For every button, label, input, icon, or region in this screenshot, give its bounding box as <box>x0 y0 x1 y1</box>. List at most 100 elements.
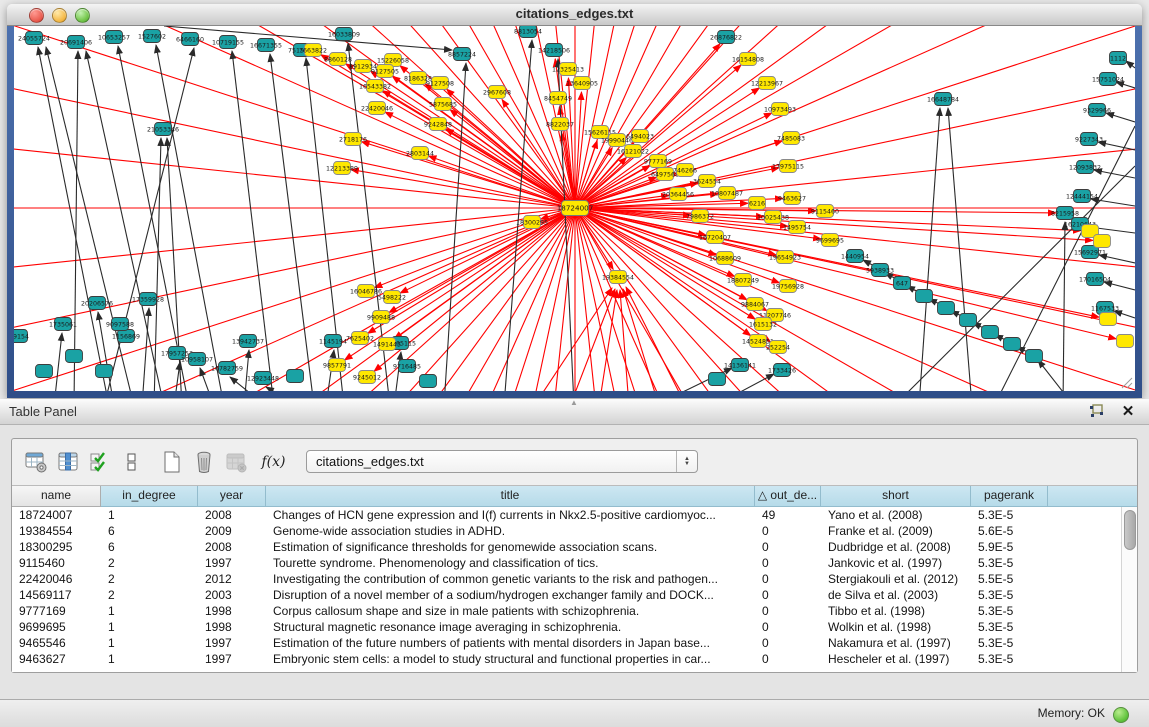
cell-out-de-[interactable]: 0 <box>755 523 821 539</box>
table-row[interactable]: 1830029562008Estimation of significance … <box>12 539 1122 555</box>
table-selector-dropdown[interactable]: citations_edges.txt ▲▼ <box>306 450 698 473</box>
cell-out-de-[interactable]: 49 <box>755 507 821 523</box>
graph-node[interactable] <box>1094 235 1111 248</box>
cell-year[interactable]: 2009 <box>198 523 266 539</box>
column-header-title[interactable]: title <box>266 486 755 507</box>
function-builder-button[interactable]: f(x) <box>260 448 287 475</box>
cell-in-degree[interactable]: 1 <box>101 619 198 635</box>
cell-out-de-[interactable]: 0 <box>755 635 821 651</box>
cell-name[interactable]: 9699695 <box>12 619 101 635</box>
cell-year[interactable]: 2008 <box>198 507 266 523</box>
cell-name[interactable]: 19384554 <box>12 523 101 539</box>
cell-title[interactable]: Embryonic stem cells: a model to study s… <box>266 651 755 667</box>
table-panel-titlebar[interactable]: Table Panel ▲ ✕ <box>0 399 1149 425</box>
row-check-button[interactable] <box>86 448 113 475</box>
close-panel-icon[interactable]: ✕ <box>1119 402 1137 420</box>
rows-button[interactable] <box>118 448 145 475</box>
cell-pagerank[interactable]: 5.3E-5 <box>971 587 1048 603</box>
cell-short[interactable]: Hescheler et al. (1997) <box>821 651 971 667</box>
graph-node[interactable] <box>1117 335 1134 348</box>
cell-pagerank[interactable]: 5.3E-5 <box>971 651 1048 667</box>
select-columns-button[interactable] <box>54 448 81 475</box>
cell-name[interactable]: 14569117 <box>12 587 101 603</box>
cell-title[interactable]: Changes of HCN gene expression and I(f) … <box>266 507 755 523</box>
cell-name[interactable]: 18300295 <box>12 539 101 555</box>
cell-name[interactable]: 9465546 <box>12 635 101 651</box>
cell-title[interactable]: Disruption of a novel member of a sodium… <box>266 587 755 603</box>
graph-node[interactable] <box>709 373 726 386</box>
cell-pagerank[interactable]: 5.6E-5 <box>971 523 1048 539</box>
cell-in-degree[interactable]: 1 <box>101 651 198 667</box>
column-header-short[interactable]: short <box>821 486 971 507</box>
cell-pagerank[interactable]: 5.3E-5 <box>971 635 1048 651</box>
cell-title[interactable]: Genome-wide association studies in ADHD. <box>266 523 755 539</box>
graph-node[interactable] <box>1026 350 1043 363</box>
graph-node[interactable] <box>287 370 304 383</box>
cell-title[interactable]: Estimation of the future numbers of pati… <box>266 635 755 651</box>
cell-year[interactable]: 2008 <box>198 539 266 555</box>
cell-out-de-[interactable]: 0 <box>755 555 821 571</box>
graph-node[interactable] <box>96 365 113 378</box>
column-header-pagerank[interactable]: pagerank <box>971 486 1048 507</box>
column-header-out-de-[interactable]: △ out_de... <box>755 486 821 507</box>
network-canvas[interactable]: 2405572420691406106532571527602646616010… <box>14 26 1135 391</box>
cell-pagerank[interactable]: 5.3E-5 <box>971 619 1048 635</box>
cell-name[interactable]: 9115460 <box>12 555 101 571</box>
table-row[interactable]: 2242004622012Investigating the contribut… <box>12 571 1122 587</box>
cell-year[interactable]: 1997 <box>198 635 266 651</box>
cell-title[interactable]: Corpus callosum shape and size in male p… <box>266 603 755 619</box>
cell-short[interactable]: Jankovic et al. (1997) <box>821 555 971 571</box>
table-row[interactable]: 1456911722003Disruption of a novel membe… <box>12 587 1122 603</box>
cell-title[interactable]: Structural magnetic resonance image aver… <box>266 619 755 635</box>
graph-node[interactable] <box>1004 338 1021 351</box>
table-settings-button[interactable] <box>22 448 49 475</box>
table-row[interactable]: 1938455462009Genome-wide association stu… <box>12 523 1122 539</box>
cell-name[interactable]: 18724007 <box>12 507 101 523</box>
cell-out-de-[interactable]: 0 <box>755 619 821 635</box>
column-header-year[interactable]: year <box>198 486 266 507</box>
cell-short[interactable]: Tibbo et al. (1998) <box>821 603 971 619</box>
close-window-button[interactable] <box>29 8 44 23</box>
cell-pagerank[interactable]: 5.5E-5 <box>971 571 1048 587</box>
graph-node[interactable] <box>420 375 437 388</box>
canvas-resize-grip[interactable] <box>1122 378 1132 388</box>
cell-in-degree[interactable]: 2 <box>101 555 198 571</box>
graph-node[interactable] <box>982 326 999 339</box>
cell-short[interactable]: Franke et al. (2009) <box>821 523 971 539</box>
scrollbar-thumb[interactable] <box>1124 510 1136 550</box>
cell-year[interactable]: 2012 <box>198 571 266 587</box>
table-row[interactable]: 911546021997Tourette syndrome. Phenomeno… <box>12 555 1122 571</box>
cell-short[interactable]: Stergiakouli et al. (2012) <box>821 571 971 587</box>
graph-node[interactable] <box>960 314 977 327</box>
cell-in-degree[interactable]: 1 <box>101 635 198 651</box>
cell-in-degree[interactable]: 6 <box>101 539 198 555</box>
cell-short[interactable]: Dudbridge et al. (2008) <box>821 539 971 555</box>
cell-short[interactable]: Yano et al. (2008) <box>821 507 971 523</box>
cell-out-de-[interactable]: 0 <box>755 587 821 603</box>
minimize-window-button[interactable] <box>52 8 67 23</box>
column-header-in-degree[interactable]: in_degree <box>101 486 198 507</box>
graph-node[interactable] <box>916 290 933 303</box>
cell-pagerank[interactable]: 5.3E-5 <box>971 507 1048 523</box>
cell-short[interactable]: Wolkin et al. (1998) <box>821 619 971 635</box>
graph-node[interactable] <box>36 365 53 378</box>
table-row[interactable]: 977716911998Corpus callosum shape and si… <box>12 603 1122 619</box>
cell-year[interactable]: 1997 <box>198 651 266 667</box>
cell-short[interactable]: Nakamura et al. (1997) <box>821 635 971 651</box>
graph-node[interactable] <box>1100 313 1117 326</box>
cell-out-de-[interactable]: 0 <box>755 571 821 587</box>
cell-short[interactable]: de Silva et al. (2003) <box>821 587 971 603</box>
cell-pagerank[interactable]: 5.9E-5 <box>971 539 1048 555</box>
cell-in-degree[interactable]: 1 <box>101 603 198 619</box>
cell-title[interactable]: Tourette syndrome. Phenomenology and cla… <box>266 555 755 571</box>
cell-title[interactable]: Estimation of significance thresholds fo… <box>266 539 755 555</box>
cell-year[interactable]: 1998 <box>198 603 266 619</box>
network-canvas-svg[interactable]: 2405572420691406106532571527602646616010… <box>14 26 1135 391</box>
cell-out-de-[interactable]: 0 <box>755 539 821 555</box>
cell-in-degree[interactable]: 2 <box>101 571 198 587</box>
cell-title[interactable]: Investigating the contribution of common… <box>266 571 755 587</box>
cell-pagerank[interactable]: 5.3E-5 <box>971 603 1048 619</box>
graph-node[interactable] <box>66 350 83 363</box>
cell-in-degree[interactable]: 1 <box>101 507 198 523</box>
cell-in-degree[interactable]: 6 <box>101 523 198 539</box>
